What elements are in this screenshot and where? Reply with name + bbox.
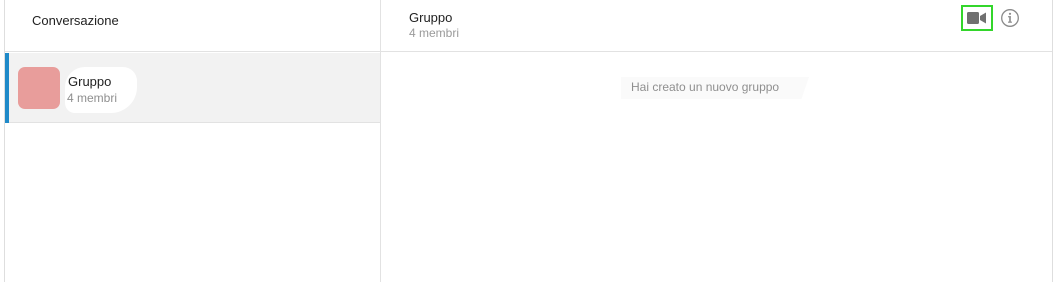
system-message: Hai creato un nuovo gruppo xyxy=(631,80,780,94)
chat-header: Gruppo 4 membri xyxy=(381,0,1052,52)
avatar xyxy=(18,67,60,109)
active-indicator xyxy=(5,53,9,123)
conversation-name: Gruppo xyxy=(68,74,112,89)
messaging-app: Conversazione Gruppo 4 membri Gruppo 4 m… xyxy=(0,0,1054,282)
conversation-item-gruppo[interactable]: Gruppo 4 membri xyxy=(5,53,380,123)
video-camera-icon xyxy=(967,12,986,24)
chat-member-count: 4 membri xyxy=(409,26,460,40)
video-call-button[interactable] xyxy=(961,5,993,31)
conversation-list-header: Conversazione xyxy=(5,0,380,52)
info-icon xyxy=(1001,9,1019,27)
chat-title: Gruppo xyxy=(409,10,453,25)
right-edge-border xyxy=(1052,0,1053,282)
conversation-list-title: Conversazione xyxy=(32,13,119,28)
info-button[interactable] xyxy=(1000,8,1020,28)
conversation-member-count: 4 membri xyxy=(67,91,118,105)
